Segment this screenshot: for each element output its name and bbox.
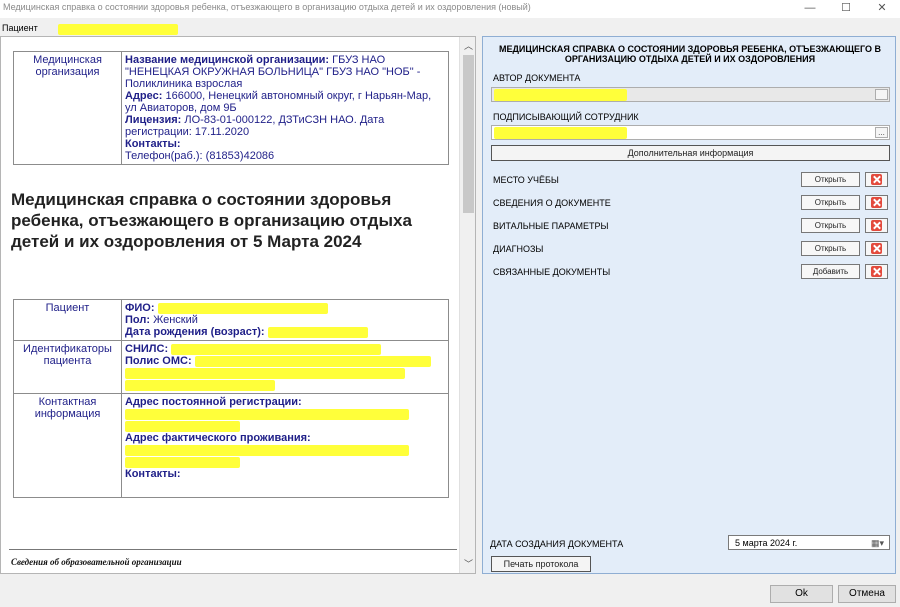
document-heading: Медицинская справка о состоянии здоровья… (11, 190, 412, 251)
scroll-down-icon[interactable]: ﹀ (460, 557, 475, 571)
cancel-button[interactable]: Отмена (838, 585, 896, 603)
reg-address-redaction (125, 408, 409, 420)
dob-label: Дата рождения (возраст): (125, 326, 265, 338)
author-redaction (494, 89, 627, 101)
org-address-value: 166000, Ненецкий автономный округ, г Нар… (125, 90, 432, 114)
ids-row-label: Идентификаторы пациента (13, 340, 122, 394)
organization-table: Медицинская организация Название медицин… (13, 51, 449, 165)
patient-row-label: Пациент (13, 299, 122, 341)
section-row-vitals: ВИТАЛЬНЫЕ ПАРАМЕТРЫ Открыть (493, 218, 893, 234)
print-protocol-button[interactable]: Печать протокола (491, 556, 591, 572)
org-license-label: Лицензия: (125, 114, 182, 126)
patient-contacts-label: Контакты: (125, 468, 181, 480)
snils-label: СНИЛС: (125, 343, 169, 355)
org-address-label: Адрес: (125, 90, 163, 102)
scroll-thumb[interactable] (463, 55, 474, 213)
reg-address-label: Адрес постоянной регистрации: (125, 396, 302, 408)
author-field[interactable] (491, 87, 890, 102)
section-label: ДИАГНОЗЫ (493, 244, 544, 254)
oms-redaction (194, 355, 431, 367)
signer-label: ПОДПИСЫВАЮЩИЙ СОТРУДНИК (493, 112, 639, 122)
section-label: МЕСТО УЧЁБЫ (493, 175, 559, 185)
education-section-title: Сведения об образовательной организации (11, 557, 182, 567)
scroll-up-icon[interactable]: ︿ (460, 39, 475, 53)
delete-icon (871, 174, 882, 185)
oms-redaction-3 (125, 379, 275, 391)
section-row-diagnoses: ДИАГНОЗЫ Открыть (493, 241, 893, 257)
open-button[interactable]: Открыть (801, 172, 860, 187)
additional-info-button[interactable]: Дополнительная информация (491, 145, 890, 161)
creation-date-picker[interactable]: 5 марта 2024 г. ▦▾ (728, 535, 890, 550)
open-button[interactable]: Открыть (801, 218, 860, 233)
creation-date-value: 5 марта 2024 г. (735, 538, 798, 548)
document-preview[interactable]: Медицинская организация Название медицин… (0, 36, 476, 574)
section-row-related-docs: СВЯЗАННЫЕ ДОКУМЕНТЫ Добавить (493, 264, 893, 280)
delete-icon (871, 243, 882, 254)
org-contacts-value: Телефон(раб.): (81853)42086 (125, 150, 275, 162)
org-label: Медицинская организация (13, 51, 122, 165)
form-panel: МЕДИЦИНСКАЯ СПРАВКА О СОСТОЯНИИ ЗДОРОВЬЯ… (482, 36, 896, 574)
dob-redaction (267, 326, 368, 338)
contact-row-details: Адрес постоянной регистрации: Адрес факт… (121, 393, 449, 498)
author-label: АВТОР ДОКУМЕНТА (493, 73, 581, 83)
medical-certificate-window: Медицинская справка о состоянии здоровья… (0, 0, 900, 607)
fact-address-label: Адрес фактического проживания: (125, 432, 311, 444)
section-label: ВИТАЛЬНЫЕ ПАРАМЕТРЫ (493, 221, 609, 231)
signer-browse-button[interactable]: ... (875, 127, 888, 138)
section-label: СВЕДЕНИЯ О ДОКУМЕНТЕ (493, 198, 611, 208)
delete-button[interactable] (865, 218, 888, 233)
title-bar: Медицинская справка о состоянии здоровья… (0, 0, 900, 18)
delete-icon (871, 266, 882, 277)
document-scrollbar[interactable]: ︿ ﹀ (459, 37, 475, 573)
fact-address-redaction (125, 444, 409, 456)
ok-button[interactable]: Ok (770, 585, 833, 603)
org-name-label: Название медицинской организации: (125, 54, 330, 66)
contact-row-label: Контактная информация (13, 393, 122, 498)
patient-label: Пациент (2, 23, 38, 33)
patient-bar: Пациент (0, 22, 900, 36)
fio-redaction (157, 302, 328, 314)
section-row-study-place: МЕСТО УЧЁБЫ Открыть (493, 172, 893, 188)
oms-redaction-2 (125, 367, 405, 379)
ids-row-details: СНИЛС: Полис ОМС: (121, 340, 449, 394)
section-label: СВЯЗАННЫЕ ДОКУМЕНТЫ (493, 267, 611, 277)
patient-table: Пациент ФИО: Пол: Женский Дата рождения … (13, 299, 449, 498)
delete-button[interactable] (865, 264, 888, 279)
reg-address-redaction-2 (125, 420, 240, 432)
author-browse-button[interactable] (875, 89, 888, 100)
section-row-document-info: СВЕДЕНИЯ О ДОКУМЕНТЕ Открыть (493, 195, 893, 211)
patient-row-details: ФИО: Пол: Женский Дата рождения (возраст… (121, 299, 449, 341)
snils-redaction (171, 343, 382, 355)
fio-label: ФИО: (125, 302, 155, 314)
signer-field[interactable]: ... (491, 125, 890, 140)
open-button[interactable]: Открыть (801, 195, 860, 210)
sex-value: Женский (153, 314, 198, 326)
maximize-button[interactable]: ☐ (828, 0, 864, 18)
fact-address-redaction-2 (125, 456, 240, 468)
creation-date-label: ДАТА СОЗДАНИЯ ДОКУМЕНТА (490, 539, 624, 549)
close-button[interactable]: ✕ (864, 0, 900, 18)
calendar-icon[interactable]: ▦▾ (871, 538, 885, 548)
open-button[interactable]: Открыть (801, 241, 860, 256)
signer-redaction (494, 127, 627, 139)
delete-button[interactable] (865, 195, 888, 210)
add-button[interactable]: Добавить (801, 264, 860, 279)
patient-name-redaction (58, 24, 178, 35)
delete-icon (871, 220, 882, 231)
delete-icon (871, 197, 882, 208)
delete-button[interactable] (865, 172, 888, 187)
delete-button[interactable] (865, 241, 888, 256)
window-title: Медицинская справка о состоянии здоровья… (3, 2, 531, 12)
minimize-button[interactable]: — (792, 0, 828, 18)
form-title: МЕДИЦИНСКАЯ СПРАВКА О СОСТОЯНИИ ЗДОРОВЬЯ… (499, 44, 881, 64)
sex-label: Пол: (125, 314, 151, 326)
org-details: Название медицинской организации: ГБУЗ Н… (121, 51, 449, 165)
org-contacts-label: Контакты: (125, 138, 181, 150)
oms-label: Полис ОМС: (125, 355, 192, 367)
section-divider (9, 549, 457, 550)
